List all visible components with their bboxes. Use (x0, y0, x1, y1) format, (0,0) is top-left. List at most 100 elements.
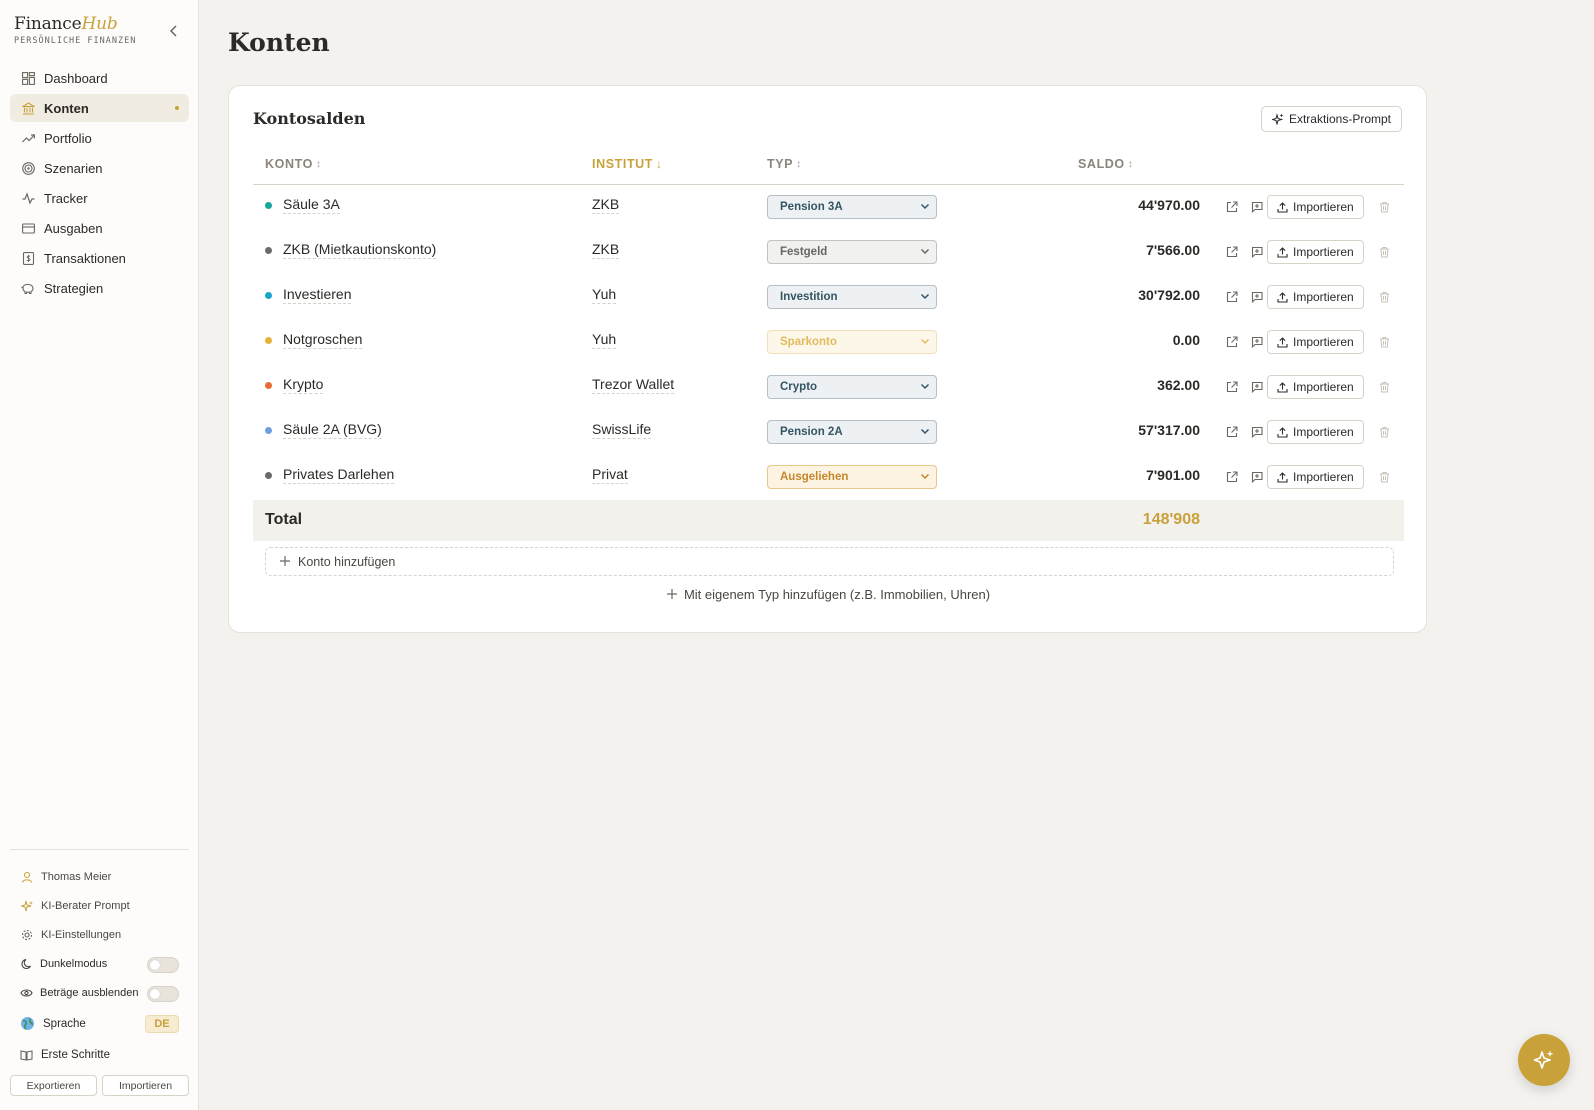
add-custom-type-button[interactable]: Mit eigenem Typ hinzufügen (z.B. Immobil… (229, 581, 1428, 607)
account-type-select[interactable]: Crypto (767, 375, 937, 399)
column-header-saldo[interactable]: SALDO ↕ (1078, 157, 1133, 171)
note-icon[interactable] (1250, 380, 1264, 394)
institution-cell[interactable]: Trezor Wallet (592, 376, 675, 394)
trash-icon[interactable] (1377, 290, 1391, 304)
upload-icon (1277, 381, 1288, 393)
external-link-icon[interactable] (1225, 335, 1239, 349)
table-row: ZKB (Mietkautionskonto) ZKB Festgeld 7'566.… (253, 230, 1404, 275)
dashboard-icon (21, 71, 35, 85)
user-profile-link[interactable]: Thomas Meier (10, 862, 189, 891)
import-button[interactable]: Importieren (1267, 330, 1364, 354)
trash-icon[interactable] (1377, 200, 1391, 214)
sidebar-item-tracker[interactable]: Tracker (10, 184, 189, 212)
import-button[interactable]: Importieren (1267, 465, 1364, 489)
balance-value[interactable]: 0.00 (1173, 332, 1200, 348)
add-account-button[interactable]: Konto hinzufügen (265, 547, 1394, 576)
balance-value[interactable]: 44'970.00 (1138, 197, 1200, 213)
balance-value[interactable]: 57'317.00 (1138, 422, 1200, 438)
institution-cell[interactable]: ZKB (592, 241, 620, 259)
institution-cell[interactable]: Privat (592, 466, 628, 484)
sidebar-item-label: Portfolio (44, 130, 92, 146)
account-name-cell[interactable]: Investieren (265, 286, 352, 304)
account-type-select[interactable]: Ausgeliehen (767, 465, 937, 489)
language-selector[interactable]: DE (145, 1015, 179, 1033)
sidebar-item-portfolio[interactable]: Portfolio (10, 124, 189, 152)
table-row: Privates Darlehen Privat Ausgeliehen 7'901.… (253, 455, 1404, 500)
card-title: Kontosalden (253, 109, 366, 128)
sidebar-item-konten[interactable]: Konten (10, 94, 189, 122)
collapse-sidebar-button[interactable] (165, 22, 183, 40)
export-button[interactable]: Exportieren (10, 1075, 97, 1096)
account-name-cell[interactable]: Säule 3A (265, 196, 340, 214)
import-button[interactable]: Importieren (1267, 195, 1364, 219)
note-icon[interactable] (1250, 470, 1264, 484)
ai-assistant-fab[interactable] (1518, 1034, 1570, 1086)
account-type-select[interactable]: Pension 2A (767, 420, 937, 444)
brand-logo[interactable]: FinanceHub PERSÖNLICHE FINANZEN (14, 14, 136, 46)
extraction-prompt-button[interactable]: Extraktions-Prompt (1260, 106, 1402, 132)
sidebar-item-szenarien[interactable]: Szenarien (10, 154, 189, 182)
account-name-cell[interactable]: Krypto (265, 376, 324, 394)
note-icon[interactable] (1250, 200, 1264, 214)
account-type-select[interactable]: Festgeld (767, 240, 937, 264)
account-name-cell[interactable]: Privates Darlehen (265, 466, 395, 484)
balance-value[interactable]: 7'901.00 (1146, 467, 1200, 483)
note-icon[interactable] (1250, 290, 1264, 304)
external-link-icon[interactable] (1225, 425, 1239, 439)
import-button[interactable]: Importieren (1267, 285, 1364, 309)
trash-icon[interactable] (1377, 470, 1391, 484)
account-name-cell[interactable]: Säule 2A (BVG) (265, 421, 382, 439)
column-header-institut[interactable]: INSTITUT ↓ (592, 157, 663, 171)
balance-value[interactable]: 362.00 (1157, 377, 1200, 393)
import-button[interactable]: Importieren (1267, 375, 1364, 399)
pulse-icon (21, 191, 35, 205)
import-button[interactable]: Importieren (1267, 420, 1364, 444)
globe-icon (20, 1016, 35, 1031)
external-link-icon[interactable] (1225, 470, 1239, 484)
dark-mode-toggle[interactable] (147, 957, 179, 973)
import-button[interactable]: Importieren (1267, 240, 1364, 264)
balance-value[interactable]: 30'792.00 (1138, 287, 1200, 303)
ai-settings-link[interactable]: KI-Einstellungen (10, 920, 189, 949)
language-label: Sprache (43, 1017, 86, 1030)
account-type-select[interactable]: Pension 3A (767, 195, 937, 219)
account-type-value: Crypto (780, 381, 818, 393)
account-type-select[interactable]: Sparkonto (767, 330, 937, 354)
note-icon[interactable] (1250, 425, 1264, 439)
trash-icon[interactable] (1377, 425, 1391, 439)
trash-icon[interactable] (1377, 380, 1391, 394)
sidebar-item-dashboard[interactable]: Dashboard (10, 64, 189, 92)
external-link-icon[interactable] (1225, 380, 1239, 394)
column-header-konto[interactable]: KONTO ↕ (265, 157, 322, 171)
column-header-typ[interactable]: TYP ↕ (767, 157, 802, 171)
external-link-icon[interactable] (1225, 200, 1239, 214)
trash-icon[interactable] (1377, 245, 1391, 259)
sidebar: FinanceHub PERSÖNLICHE FINANZEN Dashboar… (0, 0, 199, 1110)
sparkles-icon (1533, 1050, 1554, 1069)
institution-cell[interactable]: Yuh (592, 286, 617, 304)
external-link-icon[interactable] (1225, 290, 1239, 304)
sidebar-item-ausgaben[interactable]: Ausgaben (10, 214, 189, 242)
institution-cell[interactable]: ZKB (592, 196, 620, 214)
receipt-icon (21, 251, 35, 265)
hide-amounts-toggle[interactable] (147, 986, 179, 1002)
note-icon[interactable] (1250, 245, 1264, 259)
ai-advisor-prompt-link[interactable]: KI-Berater Prompt (10, 891, 189, 920)
getting-started-link[interactable]: Erste Schritte (10, 1040, 189, 1069)
import-data-button[interactable]: Importieren (102, 1075, 189, 1096)
external-link-icon[interactable] (1225, 245, 1239, 259)
institution-cell[interactable]: SwissLife (592, 421, 652, 439)
account-name-cell[interactable]: Notgroschen (265, 331, 363, 349)
account-type-value: Ausgeliehen (780, 471, 849, 483)
sidebar-item-strategien[interactable]: Strategien (10, 274, 189, 302)
account-type-select[interactable]: Investition (767, 285, 937, 309)
sidebar-item-transaktionen[interactable]: Transaktionen (10, 244, 189, 272)
trash-icon[interactable] (1377, 335, 1391, 349)
upload-icon (1277, 471, 1288, 483)
institution-cell[interactable]: Yuh (592, 331, 617, 349)
account-name: ZKB (Mietkautionskonto) (283, 241, 437, 259)
balance-value[interactable]: 7'566.00 (1146, 242, 1200, 258)
note-icon[interactable] (1250, 335, 1264, 349)
account-name-cell[interactable]: ZKB (Mietkautionskonto) (265, 241, 437, 259)
add-custom-type-label: Mit eigenem Typ hinzufügen (z.B. Immobil… (683, 586, 991, 602)
